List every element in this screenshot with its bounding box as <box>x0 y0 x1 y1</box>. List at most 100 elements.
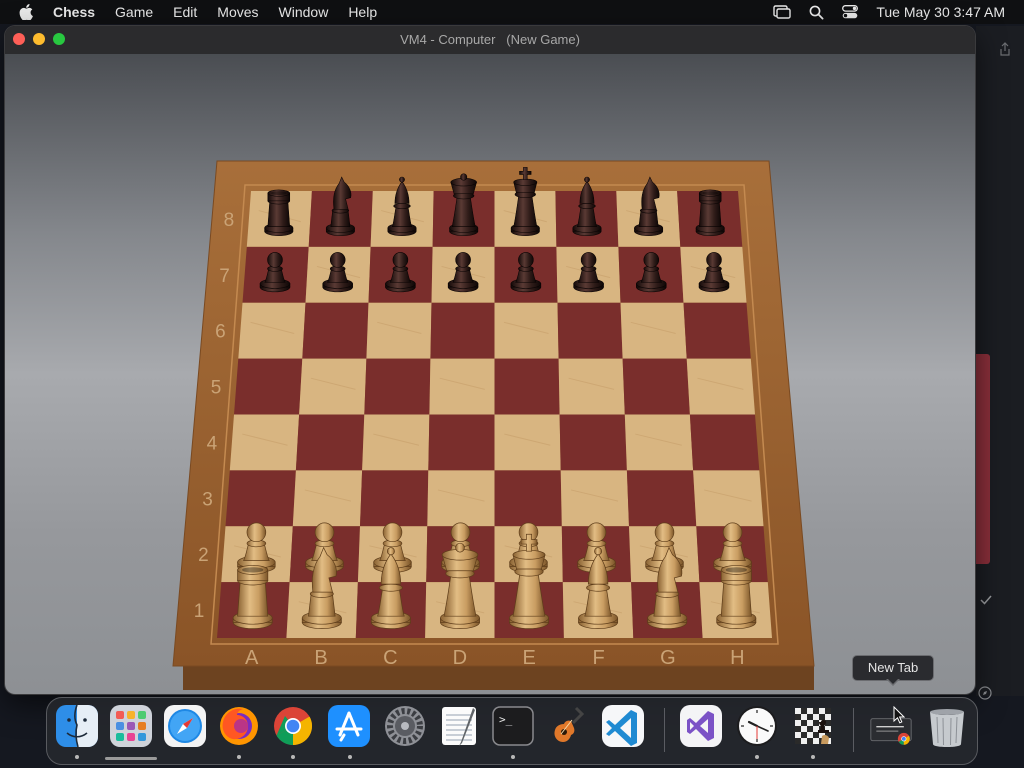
chess-icon-square <box>795 714 801 720</box>
board-square-h6[interactable] <box>683 302 751 359</box>
file-label-b: B <box>314 647 327 669</box>
dock-app-store[interactable] <box>327 704 371 748</box>
dock-textedit[interactable] <box>437 704 481 748</box>
rank-label-4: 4 <box>207 433 218 454</box>
board-square-c3[interactable] <box>360 470 429 527</box>
board-square-f6[interactable] <box>557 302 623 359</box>
board-square-h5[interactable] <box>686 358 755 415</box>
white-rook-a1[interactable] <box>232 565 273 629</box>
board-square-h4[interactable] <box>689 414 760 471</box>
board-square-e5[interactable] <box>494 358 560 415</box>
board-square-d6[interactable] <box>430 302 495 359</box>
board-square-a3[interactable] <box>225 470 296 527</box>
menu-bar-clock[interactable]: Tue May 30 3:47 AM <box>876 4 1005 20</box>
file-label-f: F <box>592 647 604 669</box>
board-square-c6[interactable] <box>366 302 432 359</box>
background-window-panel <box>976 354 990 564</box>
rank-label-7: 7 <box>219 266 230 287</box>
black-rook-h8[interactable] <box>695 189 725 236</box>
share-icon[interactable] <box>999 42 1011 56</box>
dock-running-indicator <box>237 755 241 759</box>
board-square-g4[interactable] <box>624 414 694 471</box>
dock-running-indicator <box>348 755 352 759</box>
menu-window[interactable]: Window <box>279 0 329 24</box>
board-square-b3[interactable] <box>292 470 363 527</box>
trash-icon <box>930 709 964 747</box>
chess-icon-square <box>795 738 801 744</box>
rank-label-8: 8 <box>224 210 235 231</box>
chess-icon-square <box>801 726 807 732</box>
menu-moves[interactable]: Moves <box>217 0 258 24</box>
chess-scene[interactable]: 1 2 3 4 5 6 7 8 A B C D E F G H <box>5 54 975 694</box>
menu-bar: Chess Game Edit Moves Window Help Tue Ma… <box>0 0 1024 24</box>
dock-running-indicator <box>811 755 815 759</box>
menu-game[interactable]: Game <box>115 0 153 24</box>
board-frame-edge <box>183 663 814 690</box>
dock-safari[interactable] <box>163 704 207 748</box>
checkmark-icon <box>980 595 992 605</box>
dock-launchpad[interactable] <box>109 704 153 748</box>
window-titlebar[interactable]: VM4 - Computer (New Game) <box>5 26 975 55</box>
dock-chess[interactable] <box>791 704 835 748</box>
dock-vscode[interactable] <box>601 704 645 748</box>
board-square-b5[interactable] <box>299 358 367 415</box>
board-square-e6[interactable] <box>494 302 559 359</box>
board-square-f4[interactable] <box>559 414 627 471</box>
dock-running-indicator <box>511 755 515 759</box>
black-rook-a8[interactable] <box>264 189 294 236</box>
compass-icon <box>978 686 992 700</box>
search-icon[interactable] <box>809 5 824 20</box>
visual-studio-icon <box>680 705 722 747</box>
board-square-c4[interactable] <box>362 414 430 471</box>
board-square-b4[interactable] <box>295 414 365 471</box>
board-square-d3[interactable] <box>427 470 495 527</box>
menu-help[interactable]: Help <box>348 0 377 24</box>
rank-label-6: 6 <box>215 322 226 343</box>
apple-logo-icon[interactable] <box>19 4 33 20</box>
board-square-g5[interactable] <box>622 358 690 415</box>
board-square-a4[interactable] <box>229 414 300 471</box>
board-square-a5[interactable] <box>234 358 303 415</box>
board-square-d5[interactable] <box>429 358 495 415</box>
clock-icon <box>737 706 777 746</box>
chess-icon-square <box>795 720 801 726</box>
dock-clock[interactable] <box>735 704 779 748</box>
board-square-e4[interactable] <box>494 414 561 471</box>
board-square-f3[interactable] <box>560 470 629 527</box>
board-square-b6[interactable] <box>302 302 369 359</box>
board-square-h3[interactable] <box>693 470 764 527</box>
launchpad-icon <box>110 705 152 747</box>
background-window[interactable] <box>976 26 1024 700</box>
board-square-f5[interactable] <box>558 358 625 415</box>
menu-edit[interactable]: Edit <box>173 0 197 24</box>
tooltip-tail-fill <box>887 678 899 684</box>
dock-chrome[interactable] <box>271 704 315 748</box>
board-square-e3[interactable] <box>494 470 562 527</box>
board-square-g6[interactable] <box>620 302 687 359</box>
dock-system-settings[interactable] <box>383 704 427 748</box>
chess-icon-square <box>813 738 819 744</box>
dock-firefox[interactable] <box>217 704 261 748</box>
chess-icon-square <box>801 720 807 726</box>
dock-trash[interactable] <box>925 704 969 748</box>
dock-finder[interactable] <box>55 704 99 748</box>
chess-board[interactable]: 1 2 3 4 5 6 7 8 A B C D E F G H <box>5 54 975 694</box>
dock-running-indicator <box>291 755 295 759</box>
board-square-c5[interactable] <box>364 358 431 415</box>
board-square-a6[interactable] <box>238 302 306 359</box>
menu-app-chess[interactable]: Chess <box>53 0 95 24</box>
screen-mirroring-icon[interactable] <box>773 5 792 19</box>
chess-icon-square <box>795 726 801 732</box>
dock-chrome-window[interactable] <box>869 704 913 748</box>
dock-garageband[interactable] <box>545 704 589 748</box>
board-square-g3[interactable] <box>626 470 697 527</box>
chess-icon <box>795 708 831 744</box>
board-square-d4[interactable] <box>428 414 495 471</box>
dock-scroll-indicator <box>105 757 157 760</box>
dock-running-indicator <box>75 755 79 759</box>
dock-terminal[interactable]: >_ <box>491 704 535 748</box>
dock-visual-studio[interactable] <box>679 704 723 748</box>
chess-window[interactable]: VM4 - Computer (New Game) 1 2 3 4 5 6 7 … <box>5 26 975 694</box>
control-center-icon[interactable] <box>842 5 859 19</box>
white-rook-h1[interactable] <box>716 565 757 629</box>
